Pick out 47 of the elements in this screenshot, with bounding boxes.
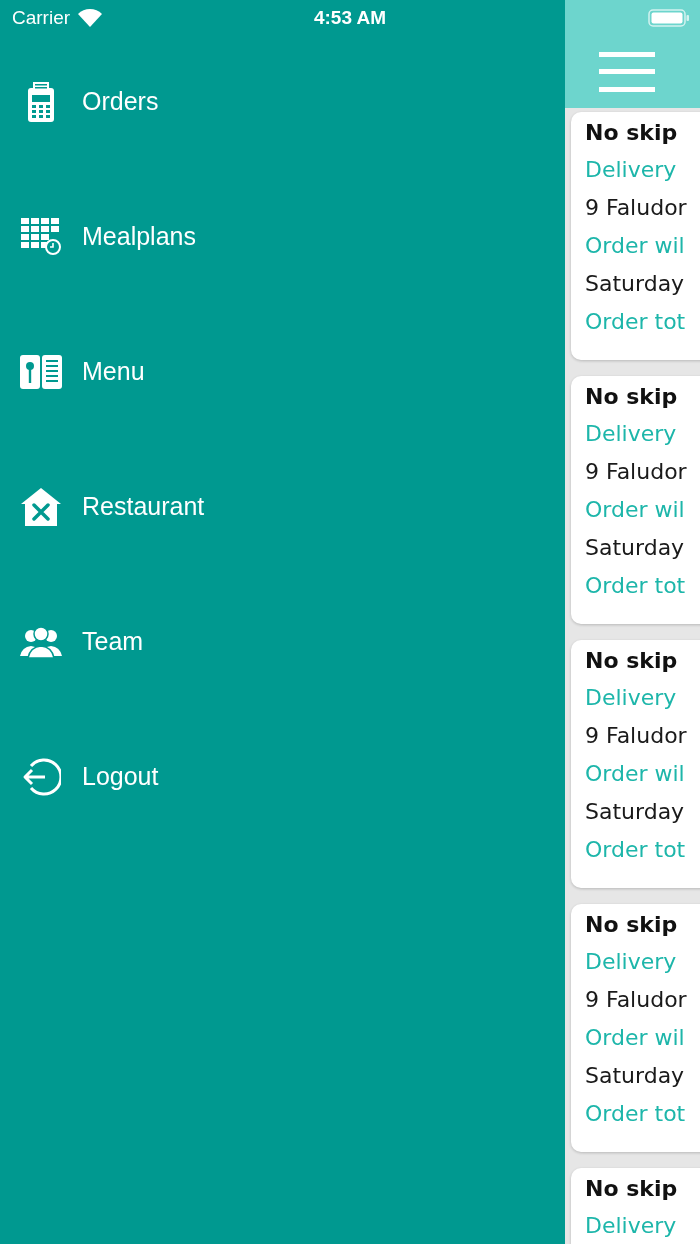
order-field-label: Order wil [585, 760, 686, 788]
order-field-label: Delivery [585, 420, 678, 448]
order-field-label: Order wil [585, 496, 686, 524]
drawer-menu-item[interactable]: Orders [0, 34, 565, 169]
order-card[interactable]: No skip Delivery 9 Faludor Order wil Saturday Order tot [571, 112, 700, 360]
order-field-label: Order wil [585, 232, 686, 260]
order-field-value: Saturday [585, 270, 686, 298]
order-card[interactable]: No skip Delivery 9 Faludor Order wil Saturday Order tot [571, 904, 700, 1152]
drawer-menu-item[interactable]: Restaurant [0, 439, 565, 574]
order-field-value: Saturday [585, 534, 686, 562]
order-title: No skip [585, 383, 679, 411]
order-field-label: Order tot [585, 308, 687, 336]
order-field-label: Order tot [585, 836, 687, 864]
people-icon [20, 625, 62, 658]
order-field-value: Saturday [585, 798, 686, 826]
drawer-menu-item[interactable]: Menu [0, 304, 565, 439]
menu-icon[interactable] [599, 52, 655, 92]
order-field-value: 9 Faludor [585, 458, 688, 486]
order-title: No skip [585, 647, 679, 675]
calendar-clock-icon [21, 218, 61, 255]
order-field-label: Order tot [585, 572, 687, 600]
wifi-icon [78, 9, 103, 27]
order-title: No skip [585, 119, 679, 147]
receipt-terminal-icon [27, 81, 55, 122]
logout-icon [21, 757, 61, 796]
order-field-value: Saturday [585, 1062, 686, 1090]
order-field-label: Delivery [585, 948, 678, 976]
order-field-label: Delivery [585, 1212, 678, 1240]
drawer-menu-item[interactable]: Mealplans [0, 169, 565, 304]
order-card[interactable]: No skip Delivery [571, 1168, 700, 1244]
battery-icon [648, 9, 690, 27]
order-title: No skip [585, 911, 679, 939]
order-card[interactable]: No skip Delivery 9 Faludor Order wil Saturday Order tot [571, 640, 700, 888]
order-field-label: Delivery [585, 684, 678, 712]
menu-book-icon [20, 354, 62, 389]
order-title: No skip [585, 1175, 679, 1203]
order-field-label: Order tot [585, 1100, 687, 1128]
time-label: 4:53 AM [313, 7, 387, 28]
carrier-label: Carrier [12, 7, 71, 29]
drawer-menu-item[interactable]: Logout [0, 709, 565, 844]
order-field-value: 9 Faludor [585, 194, 688, 222]
order-field-label: Order wil [585, 1024, 686, 1052]
order-field-label: Delivery [585, 156, 678, 184]
order-field-value: 9 Faludor [585, 722, 688, 750]
order-field-value: 9 Faludor [585, 986, 688, 1014]
drawer-menu-item[interactable]: Team [0, 574, 565, 709]
order-card[interactable]: No skip Delivery 9 Faludor Order wil Saturday Order tot [571, 376, 700, 624]
